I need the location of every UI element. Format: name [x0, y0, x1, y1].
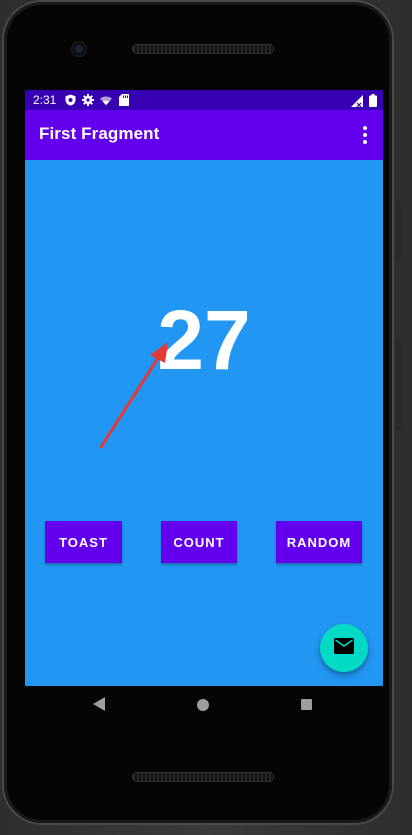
mail-icon — [334, 637, 354, 659]
recents-icon[interactable] — [301, 699, 312, 710]
back-icon[interactable] — [93, 697, 105, 716]
annotation-arrow — [99, 342, 168, 449]
home-icon[interactable] — [197, 699, 209, 711]
bottom-speaker-grille — [132, 772, 274, 782]
mail-fab-button[interactable] — [320, 624, 368, 672]
count-button[interactable]: COUNT — [161, 521, 237, 563]
app-screen: 2:31 First Fragment 27 TOAST COUNT RANDO… — [25, 90, 383, 686]
random-button[interactable]: RANDOM — [276, 521, 362, 563]
power-button[interactable] — [396, 340, 402, 430]
top-speaker-grille — [132, 44, 274, 54]
navigation-bar — [25, 686, 383, 726]
volume-button[interactable] — [396, 200, 402, 260]
front-camera-icon — [72, 42, 86, 56]
toast-button[interactable]: TOAST — [45, 521, 122, 563]
